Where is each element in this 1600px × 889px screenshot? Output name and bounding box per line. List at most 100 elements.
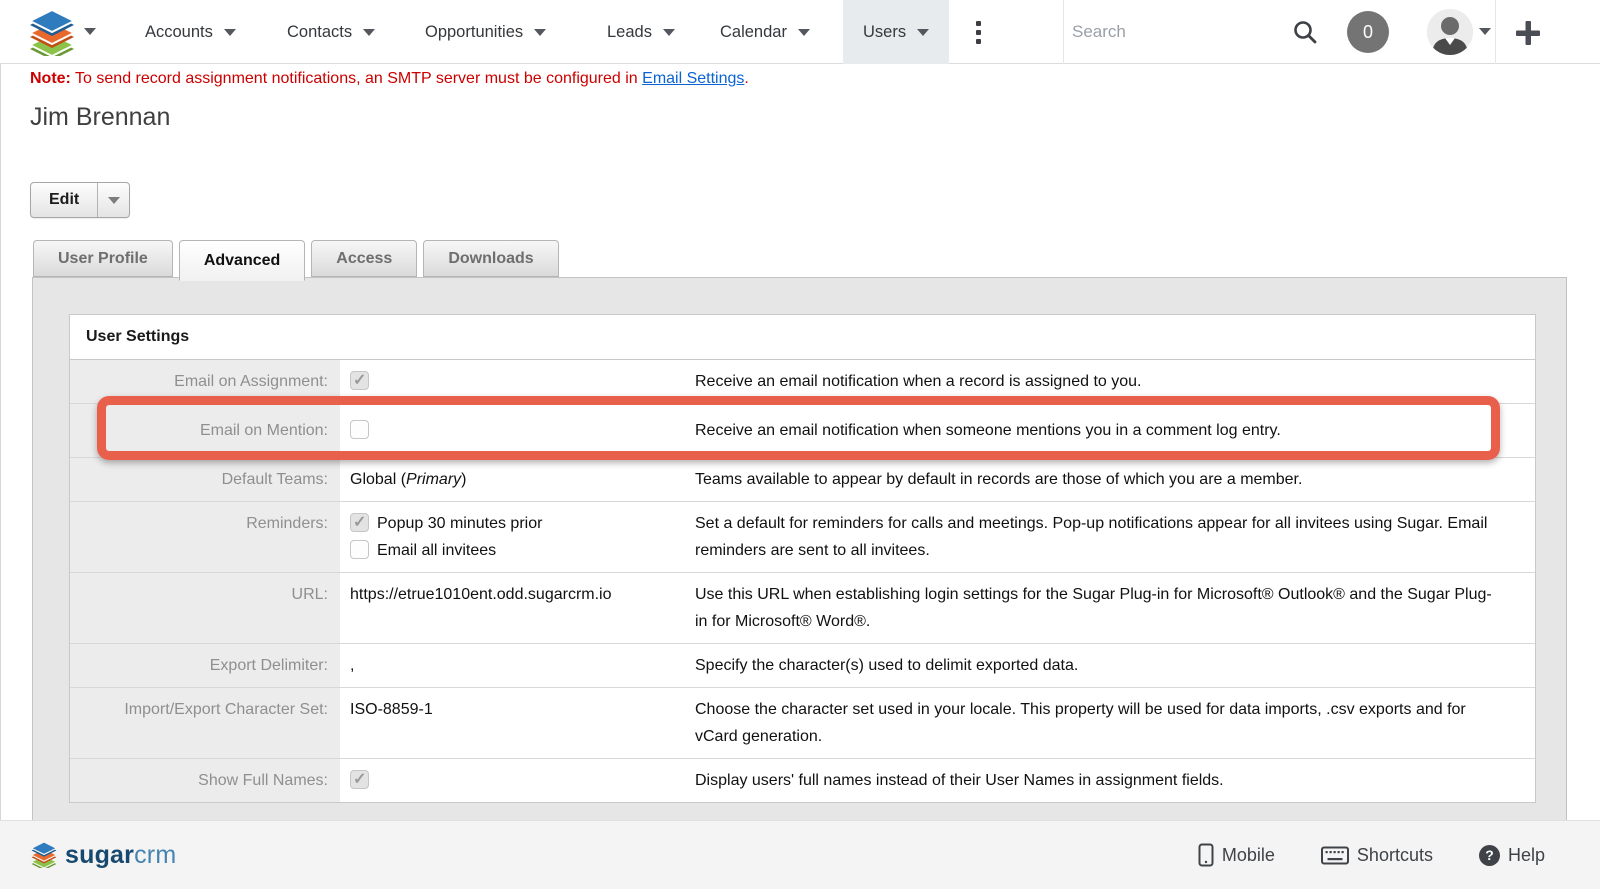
export-delimiter-value: , bbox=[340, 644, 695, 687]
field-description: Choose the character set used in your lo… bbox=[695, 688, 1535, 758]
row-reminders: Reminders: Popup 30 minutes prior Email … bbox=[70, 502, 1535, 573]
nav-item-label: Users bbox=[863, 23, 906, 42]
nav-item-label: Contacts bbox=[287, 23, 352, 42]
footer-link-label: Help bbox=[1508, 845, 1545, 866]
user-settings-table: User Settings Email on Assignment: Recei… bbox=[69, 314, 1536, 803]
brand-crm: crm bbox=[134, 841, 176, 869]
url-value: https://etrue1010ent.odd.sugarcrm.io bbox=[340, 573, 695, 643]
field-description: Receive an email notification when someo… bbox=[695, 404, 1535, 457]
row-email-on-assignment: Email on Assignment: Receive an email no… bbox=[70, 360, 1535, 404]
keyboard-icon bbox=[1321, 846, 1349, 865]
nav-item-accounts[interactable]: Accounts bbox=[145, 0, 236, 64]
row-export-delimiter: Export Delimiter: , Specify the characte… bbox=[70, 644, 1535, 688]
field-label: Default Teams: bbox=[70, 458, 340, 501]
page-title: Jim Brennan bbox=[30, 103, 170, 132]
nav-item-users-active[interactable]: Users bbox=[843, 0, 949, 64]
notification-count-badge[interactable]: 0 bbox=[1347, 11, 1389, 53]
help-link[interactable]: ? Help bbox=[1479, 845, 1545, 866]
chevron-down-icon bbox=[917, 29, 929, 36]
more-modules-kebab-icon[interactable] bbox=[968, 0, 988, 64]
footer-link-label: Mobile bbox=[1222, 845, 1275, 866]
footer-bar: sugarcrm Mobile Shortcuts bbox=[0, 820, 1600, 889]
tab-user-profile[interactable]: User Profile bbox=[33, 240, 173, 277]
email-on-mention-checkbox[interactable] bbox=[350, 420, 369, 439]
nav-item-label: Accounts bbox=[145, 23, 213, 42]
chevron-down-icon bbox=[663, 29, 675, 36]
advanced-tab-panel: User Settings Email on Assignment: Recei… bbox=[32, 277, 1567, 889]
detail-tabs: User Profile Advanced Access Downloads bbox=[33, 240, 559, 281]
tab-advanced[interactable]: Advanced bbox=[179, 240, 305, 281]
email-settings-link[interactable]: Email Settings bbox=[642, 70, 744, 87]
row-show-full-names: Show Full Names: Display users' full nam… bbox=[70, 759, 1535, 802]
edit-split-button[interactable]: Edit bbox=[30, 182, 130, 218]
default-teams-value: Global (Primary) bbox=[340, 458, 695, 501]
show-full-names-checkbox[interactable] bbox=[350, 770, 369, 789]
field-label: Email on Assignment: bbox=[70, 360, 340, 403]
field-label: Reminders: bbox=[70, 502, 340, 572]
row-email-on-mention: Email on Mention: Receive an email notif… bbox=[70, 404, 1535, 458]
mobile-icon bbox=[1198, 843, 1214, 867]
sugarcrm-footer-logo: sugarcrm bbox=[30, 841, 176, 870]
row-default-teams: Default Teams: Global (Primary) Teams av… bbox=[70, 458, 1535, 502]
sugarcrm-logo-icon[interactable] bbox=[28, 10, 76, 54]
field-description: Display users' full names instead of the… bbox=[695, 759, 1535, 802]
note-prefix: Note: bbox=[30, 70, 71, 87]
field-label: Email on Mention: bbox=[70, 404, 340, 457]
quick-create-plus-icon[interactable] bbox=[1513, 18, 1543, 48]
row-charset: Import/Export Character Set: ISO-8859-1 … bbox=[70, 688, 1535, 759]
footer-link-label: Shortcuts bbox=[1357, 845, 1433, 866]
top-navbar: Accounts Contacts Opportunities Leads Ca… bbox=[0, 0, 1600, 64]
email-invitees-checkbox[interactable] bbox=[350, 540, 369, 559]
field-label: Export Delimiter: bbox=[70, 644, 340, 687]
user-avatar[interactable] bbox=[1427, 9, 1473, 55]
popup-reminder-checkbox[interactable] bbox=[350, 513, 369, 532]
field-label: Show Full Names: bbox=[70, 759, 340, 802]
footer-links: Mobile Shortcuts ? Help bbox=[1198, 843, 1545, 867]
brand-sugar: sugar bbox=[65, 841, 134, 869]
logo-dropdown-caret-icon[interactable] bbox=[84, 28, 96, 35]
nav-item-opportunities[interactable]: Opportunities bbox=[425, 0, 546, 64]
note-suffix: . bbox=[744, 70, 748, 87]
reminder-email-option: Email all invitees bbox=[350, 537, 695, 564]
chevron-down-icon bbox=[798, 29, 810, 36]
search-icon[interactable] bbox=[1292, 19, 1318, 45]
nav-divider bbox=[1495, 0, 1496, 64]
smtp-note: Note: To send record assignment notifica… bbox=[30, 70, 749, 88]
field-description: Set a default for reminders for calls an… bbox=[695, 502, 1535, 572]
email-on-assignment-checkbox[interactable] bbox=[350, 371, 369, 390]
field-label: Import/Export Character Set: bbox=[70, 688, 340, 758]
chevron-down-icon bbox=[224, 29, 236, 36]
field-description: Use this URL when establishing login set… bbox=[695, 573, 1535, 643]
field-description: Receive an email notification when a rec… bbox=[695, 360, 1535, 403]
sugarcrm-window: Accounts Contacts Opportunities Leads Ca… bbox=[0, 0, 1600, 889]
tab-access[interactable]: Access bbox=[311, 240, 417, 277]
chevron-down-icon bbox=[534, 29, 546, 36]
mobile-link[interactable]: Mobile bbox=[1198, 843, 1275, 867]
option-label: Email all invitees bbox=[377, 537, 496, 564]
search-input[interactable] bbox=[1072, 14, 1282, 50]
reminder-popup-option: Popup 30 minutes prior bbox=[350, 510, 695, 537]
edit-actions-caret-icon[interactable] bbox=[97, 183, 129, 217]
user-settings-header: User Settings bbox=[70, 315, 1535, 360]
field-label: URL: bbox=[70, 573, 340, 643]
nav-item-contacts[interactable]: Contacts bbox=[287, 0, 375, 64]
nav-item-leads[interactable]: Leads bbox=[607, 0, 675, 64]
field-description: Specify the character(s) used to delimit… bbox=[695, 644, 1535, 687]
note-text: To send record assignment notifications,… bbox=[71, 70, 642, 87]
tab-downloads[interactable]: Downloads bbox=[423, 240, 558, 277]
avatar-dropdown-caret-icon[interactable] bbox=[1479, 28, 1491, 35]
nav-item-label: Opportunities bbox=[425, 23, 523, 42]
help-icon: ? bbox=[1479, 845, 1500, 866]
shortcuts-link[interactable]: Shortcuts bbox=[1321, 845, 1433, 866]
edit-button[interactable]: Edit bbox=[31, 183, 97, 217]
left-edge-line bbox=[0, 64, 1, 820]
sugarcrm-layers-icon bbox=[30, 842, 58, 868]
nav-divider bbox=[1063, 0, 1064, 64]
option-label: Popup 30 minutes prior bbox=[377, 510, 542, 537]
nav-item-label: Leads bbox=[607, 23, 652, 42]
nav-item-calendar[interactable]: Calendar bbox=[720, 0, 810, 64]
row-url: URL: https://etrue1010ent.odd.sugarcrm.i… bbox=[70, 573, 1535, 644]
field-description: Teams available to appear by default in … bbox=[695, 458, 1535, 501]
chevron-down-icon bbox=[363, 29, 375, 36]
charset-value: ISO-8859-1 bbox=[340, 688, 695, 758]
